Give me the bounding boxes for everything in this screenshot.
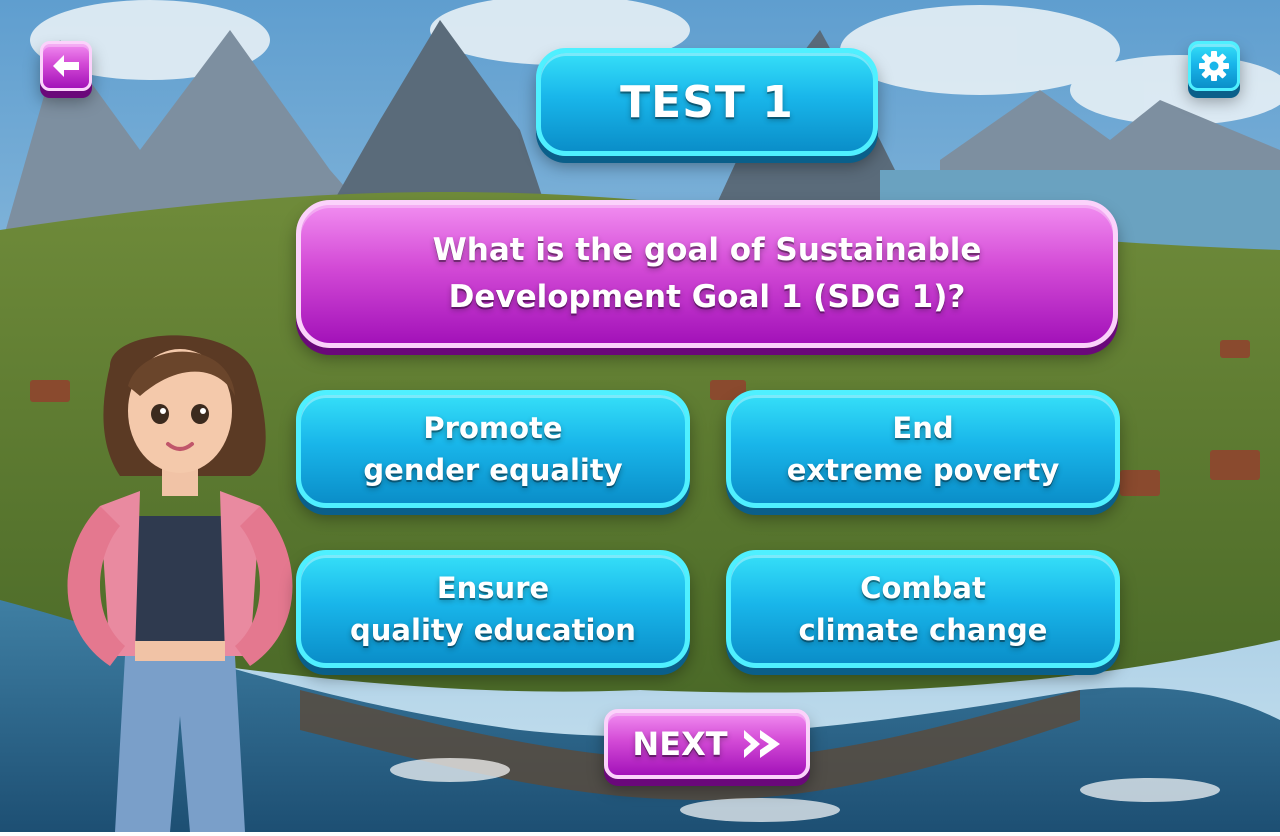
next-label: NEXT [632, 725, 728, 763]
answer-4-line-1: Combat [860, 571, 986, 605]
answer-3-line-1: Ensure [436, 571, 550, 605]
test-title: TEST 1 [536, 48, 878, 156]
answer-option-1[interactable]: Promote gender equality [296, 390, 690, 508]
question-line-1: What is the goal of Sustainable [432, 232, 982, 268]
answer-option-4[interactable]: Combat climate change [726, 550, 1120, 668]
guide-character [40, 326, 320, 832]
answer-4-line-2: climate change [798, 613, 1048, 647]
next-button[interactable]: NEXT [604, 709, 810, 779]
answer-2-line-2: extreme poverty [786, 453, 1060, 487]
answer-option-3[interactable]: Ensure quality education [296, 550, 690, 668]
double-chevron-right-icon [743, 730, 780, 758]
settings-button[interactable] [1188, 41, 1240, 91]
answer-3-line-2: quality education [350, 613, 636, 647]
test-title-label: TEST 1 [620, 76, 794, 128]
gear-icon [1199, 51, 1229, 81]
arrow-left-icon [53, 55, 79, 77]
back-button[interactable] [40, 41, 92, 91]
question-line-2: Development Goal 1 (SDG 1)? [448, 279, 966, 315]
answer-1-line-2: gender equality [363, 453, 623, 487]
question-panel: What is the goal of Sustainable Developm… [296, 200, 1118, 348]
answer-2-line-1: End [892, 411, 954, 445]
answer-option-2[interactable]: End extreme poverty [726, 390, 1120, 508]
answer-1-line-1: Promote [423, 411, 563, 445]
